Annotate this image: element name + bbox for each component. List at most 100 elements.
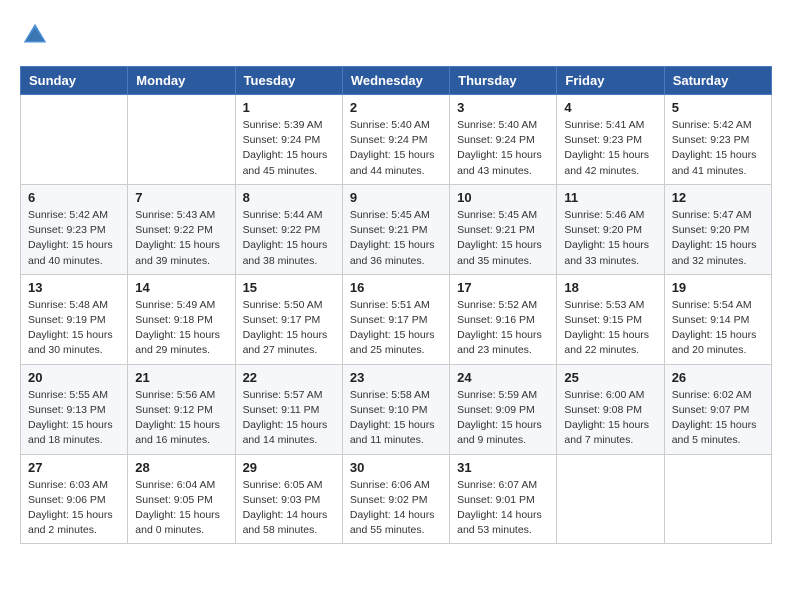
day-info: Sunrise: 5:48 AM Sunset: 9:19 PM Dayligh… (28, 298, 120, 359)
day-number: 1 (243, 100, 335, 115)
calendar-cell: 18 Sunrise: 5:53 AM Sunset: 9:15 PM Dayli… (557, 274, 664, 364)
day-info: Sunrise: 5:45 AM Sunset: 9:21 PM Dayligh… (457, 208, 549, 269)
calendar-header-row: SundayMondayTuesdayWednesdayThursdayFrid… (21, 67, 772, 95)
day-number: 17 (457, 280, 549, 295)
day-info: Sunrise: 5:54 AM Sunset: 9:14 PM Dayligh… (672, 298, 764, 359)
calendar-week-row: 13 Sunrise: 5:48 AM Sunset: 9:19 PM Dayli… (21, 274, 772, 364)
calendar-cell: 2 Sunrise: 5:40 AM Sunset: 9:24 PM Daylig… (342, 95, 449, 185)
calendar-cell: 19 Sunrise: 5:54 AM Sunset: 9:14 PM Dayli… (664, 274, 771, 364)
day-number: 30 (350, 460, 442, 475)
day-number: 18 (564, 280, 656, 295)
calendar-cell: 5Sunrise: 5:42 AM Sunset: 9:23 PM Daylig… (664, 95, 771, 185)
day-number: 14 (135, 280, 227, 295)
calendar-table: SundayMondayTuesdayWednesdayThursdayFrid… (20, 66, 772, 544)
day-header-sunday: Sunday (21, 67, 128, 95)
page-header (20, 20, 772, 50)
calendar-cell: 1Sunrise: 5:39 AM Sunset: 9:24 PM Daylig… (235, 95, 342, 185)
day-info: Sunrise: 5:49 AM Sunset: 9:18 PM Dayligh… (135, 298, 227, 359)
calendar-cell: 21 Sunrise: 5:56 AM Sunset: 9:12 PM Dayli… (128, 364, 235, 454)
day-header-monday: Monday (128, 67, 235, 95)
day-number: 20 (28, 370, 120, 385)
day-number: 12 (672, 190, 764, 205)
day-number: 8 (243, 190, 335, 205)
day-number: 27 (28, 460, 120, 475)
calendar-cell (21, 95, 128, 185)
day-info: Sunrise: 5:52 AM Sunset: 9:16 PM Dayligh… (457, 298, 549, 359)
calendar-week-row: 1Sunrise: 5:39 AM Sunset: 9:24 PM Daylig… (21, 95, 772, 185)
day-number: 7 (135, 190, 227, 205)
calendar-cell: 29Sunrise: 6:05 AM Sunset: 9:03 PM Dayli… (235, 454, 342, 544)
calendar-cell (557, 454, 664, 544)
calendar-cell: 3 Sunrise: 5:40 AM Sunset: 9:24 PM Daylig… (450, 95, 557, 185)
day-number: 24 (457, 370, 549, 385)
day-info: Sunrise: 5:53 AM Sunset: 9:15 PM Dayligh… (564, 298, 656, 359)
day-info: Sunrise: 5:57 AM Sunset: 9:11 PM Dayligh… (243, 388, 335, 449)
calendar-cell: 30 Sunrise: 6:06 AM Sunset: 9:02 PM Dayli… (342, 454, 449, 544)
day-number: 21 (135, 370, 227, 385)
calendar-week-row: 20 Sunrise: 5:55 AM Sunset: 9:13 PM Dayli… (21, 364, 772, 454)
calendar-week-row: 6 Sunrise: 5:42 AM Sunset: 9:23 PM Daylig… (21, 184, 772, 274)
day-info: Sunrise: 5:50 AM Sunset: 9:17 PM Dayligh… (243, 298, 335, 359)
day-info: Sunrise: 5:40 AM Sunset: 9:24 PM Dayligh… (457, 118, 549, 179)
day-number: 16 (350, 280, 442, 295)
calendar-cell: 23 Sunrise: 5:58 AM Sunset: 9:10 PM Dayli… (342, 364, 449, 454)
calendar-cell: 22 Sunrise: 5:57 AM Sunset: 9:11 PM Dayli… (235, 364, 342, 454)
day-number: 4 (564, 100, 656, 115)
day-number: 25 (564, 370, 656, 385)
calendar-cell: 26 Sunrise: 6:02 AM Sunset: 9:07 PM Dayli… (664, 364, 771, 454)
calendar-cell: 4 Sunrise: 5:41 AM Sunset: 9:23 PM Daylig… (557, 95, 664, 185)
calendar-cell: 14 Sunrise: 5:49 AM Sunset: 9:18 PM Dayli… (128, 274, 235, 364)
day-number: 26 (672, 370, 764, 385)
day-number: 19 (672, 280, 764, 295)
day-number: 15 (243, 280, 335, 295)
day-number: 23 (350, 370, 442, 385)
calendar-cell (664, 454, 771, 544)
day-number: 2 (350, 100, 442, 115)
calendar-cell: 11 Sunrise: 5:46 AM Sunset: 9:20 PM Dayli… (557, 184, 664, 274)
calendar-cell: 24 Sunrise: 5:59 AM Sunset: 9:09 PM Dayli… (450, 364, 557, 454)
day-info: Sunrise: 5:40 AM Sunset: 9:24 PM Dayligh… (350, 118, 442, 179)
day-info: Sunrise: 5:46 AM Sunset: 9:20 PM Dayligh… (564, 208, 656, 269)
calendar-cell: 8Sunrise: 5:44 AM Sunset: 9:22 PM Daylig… (235, 184, 342, 274)
day-info: Sunrise: 5:42 AM Sunset: 9:23 PM Dayligh… (28, 208, 120, 269)
day-number: 6 (28, 190, 120, 205)
calendar-cell (128, 95, 235, 185)
day-number: 10 (457, 190, 549, 205)
day-number: 29 (243, 460, 335, 475)
day-info: Sunrise: 6:06 AM Sunset: 9:02 PM Dayligh… (350, 478, 442, 539)
calendar-cell: 7Sunrise: 5:43 AM Sunset: 9:22 PM Daylig… (128, 184, 235, 274)
calendar-cell: 15 Sunrise: 5:50 AM Sunset: 9:17 PM Dayli… (235, 274, 342, 364)
day-info: Sunrise: 5:51 AM Sunset: 9:17 PM Dayligh… (350, 298, 442, 359)
day-number: 31 (457, 460, 549, 475)
calendar-cell: 10 Sunrise: 5:45 AM Sunset: 9:21 PM Dayli… (450, 184, 557, 274)
day-info: Sunrise: 5:47 AM Sunset: 9:20 PM Dayligh… (672, 208, 764, 269)
day-header-wednesday: Wednesday (342, 67, 449, 95)
calendar-cell: 9Sunrise: 5:45 AM Sunset: 9:21 PM Daylig… (342, 184, 449, 274)
day-info: Sunrise: 5:56 AM Sunset: 9:12 PM Dayligh… (135, 388, 227, 449)
day-number: 22 (243, 370, 335, 385)
day-info: Sunrise: 5:42 AM Sunset: 9:23 PM Dayligh… (672, 118, 764, 179)
calendar-cell: 25 Sunrise: 6:00 AM Sunset: 9:08 PM Dayli… (557, 364, 664, 454)
day-info: Sunrise: 5:58 AM Sunset: 9:10 PM Dayligh… (350, 388, 442, 449)
calendar-cell: 17 Sunrise: 5:52 AM Sunset: 9:16 PM Dayli… (450, 274, 557, 364)
calendar-cell: 20 Sunrise: 5:55 AM Sunset: 9:13 PM Dayli… (21, 364, 128, 454)
day-header-thursday: Thursday (450, 67, 557, 95)
day-header-friday: Friday (557, 67, 664, 95)
day-number: 3 (457, 100, 549, 115)
calendar-cell: 31Sunrise: 6:07 AM Sunset: 9:01 PM Dayli… (450, 454, 557, 544)
day-info: Sunrise: 5:45 AM Sunset: 9:21 PM Dayligh… (350, 208, 442, 269)
day-number: 11 (564, 190, 656, 205)
day-info: Sunrise: 6:00 AM Sunset: 9:08 PM Dayligh… (564, 388, 656, 449)
calendar-cell: 27Sunrise: 6:03 AM Sunset: 9:06 PM Dayli… (21, 454, 128, 544)
day-info: Sunrise: 5:59 AM Sunset: 9:09 PM Dayligh… (457, 388, 549, 449)
day-info: Sunrise: 5:55 AM Sunset: 9:13 PM Dayligh… (28, 388, 120, 449)
day-header-tuesday: Tuesday (235, 67, 342, 95)
day-number: 28 (135, 460, 227, 475)
day-number: 13 (28, 280, 120, 295)
logo-icon (20, 20, 50, 50)
day-header-saturday: Saturday (664, 67, 771, 95)
day-info: Sunrise: 6:02 AM Sunset: 9:07 PM Dayligh… (672, 388, 764, 449)
day-info: Sunrise: 6:04 AM Sunset: 9:05 PM Dayligh… (135, 478, 227, 539)
calendar-cell: 12 Sunrise: 5:47 AM Sunset: 9:20 PM Dayli… (664, 184, 771, 274)
day-info: Sunrise: 5:41 AM Sunset: 9:23 PM Dayligh… (564, 118, 656, 179)
